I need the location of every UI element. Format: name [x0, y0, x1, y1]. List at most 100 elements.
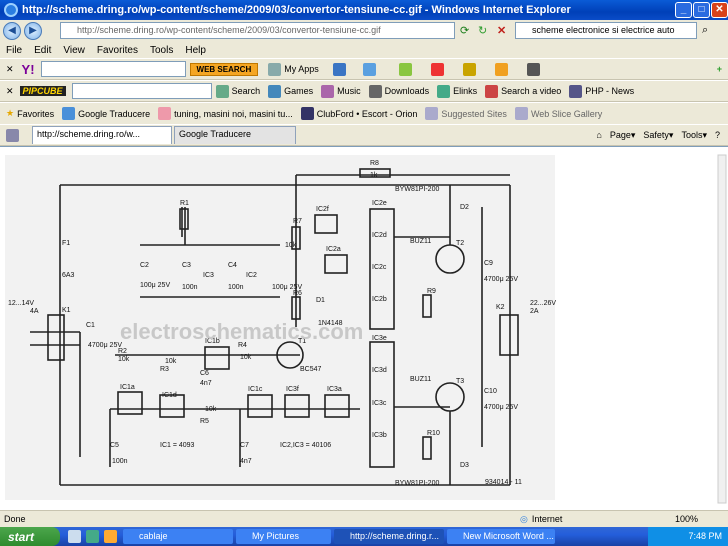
- search-field[interactable]: scheme electronice si electrice auto: [515, 22, 697, 39]
- url-field[interactable]: http://scheme.dring.ro/wp-content/scheme…: [60, 22, 455, 39]
- quicklaunch-icon[interactable]: [68, 530, 81, 543]
- r5-value: 10k: [205, 406, 217, 413]
- go-icon[interactable]: ↻: [478, 24, 487, 37]
- c9-value: 4700μ 25V: [484, 276, 518, 283]
- home-icon[interactable]: ⌂: [596, 130, 601, 140]
- fav-clubford[interactable]: ClubFord • Escort - Orion: [300, 107, 417, 120]
- status-text: Done: [4, 514, 26, 524]
- music-button[interactable]: Music: [321, 84, 361, 98]
- php-news-button[interactable]: PHP - News: [569, 84, 634, 98]
- help-icon[interactable]: ?: [715, 130, 720, 140]
- c3-value: 100n: [182, 284, 198, 291]
- quicklaunch-icon-2[interactable]: [86, 530, 99, 543]
- finance-icon[interactable]: [462, 62, 476, 76]
- r8-value: 1k: [370, 172, 378, 179]
- fav-suggested[interactable]: Suggested Sites: [425, 107, 507, 120]
- k1-voltage: 12...14V: [8, 300, 34, 307]
- maximize-button[interactable]: □: [693, 2, 710, 18]
- tab-google[interactable]: Google Traducere: [174, 126, 296, 144]
- fav-google[interactable]: Google Traducere: [62, 107, 150, 120]
- byw1-label: BYW81PI-200: [395, 186, 439, 193]
- k2-current: 2A: [530, 308, 539, 315]
- web-search-button[interactable]: WEB SEARCH: [189, 62, 259, 76]
- task-word[interactable]: New Microsoft Word ...: [447, 529, 555, 544]
- r9-label: R9: [427, 288, 436, 295]
- search-video-button[interactable]: Search a video: [485, 84, 561, 98]
- fav-webslice[interactable]: Web Slice Gallery: [514, 107, 602, 120]
- task-mypictures[interactable]: My Pictures: [236, 529, 331, 544]
- pipcube-search-button[interactable]: Search: [215, 84, 260, 98]
- r1-label: R1: [180, 200, 189, 207]
- safety-menu[interactable]: Safety ▾: [643, 130, 673, 141]
- window-title: http://scheme.dring.ro/wp-content/scheme…: [22, 4, 571, 16]
- k1-label: K1: [62, 307, 71, 314]
- page-menu[interactable]: Page ▾: [610, 130, 636, 141]
- weather-icon[interactable]: [362, 62, 376, 76]
- quick-tabs-icon[interactable]: [6, 128, 19, 142]
- c6-label: C6: [200, 370, 209, 377]
- add-icon[interactable]: +: [717, 64, 722, 74]
- tab-active[interactable]: http://scheme.dring.ro/w...: [32, 126, 172, 144]
- k2-voltage: 22...26V: [530, 300, 556, 307]
- c9-label: C9: [484, 260, 493, 267]
- flickr-icon[interactable]: [430, 62, 444, 76]
- clubford-icon: [300, 107, 314, 120]
- ic1-note: IC1 = 4093: [160, 442, 195, 449]
- r7-value: 10k: [285, 242, 297, 249]
- vertical-scrollbar[interactable]: [717, 154, 727, 504]
- menu-bar: File Edit View Favorites Tools Help: [0, 42, 728, 58]
- menu-file[interactable]: File: [0, 45, 28, 56]
- menu-favorites[interactable]: Favorites: [91, 45, 144, 56]
- close-button[interactable]: ✕: [711, 2, 728, 18]
- downloads-button[interactable]: Downloads: [368, 84, 429, 98]
- apps-icon: [268, 62, 282, 76]
- t1-value: BC547: [300, 366, 322, 373]
- menu-edit[interactable]: Edit: [28, 45, 57, 56]
- menu-view[interactable]: View: [57, 45, 91, 56]
- pipcube-logo: PIPCUBE: [19, 86, 66, 96]
- search-icon[interactable]: ⌕: [702, 24, 708, 37]
- rss-icon[interactable]: [494, 62, 508, 76]
- star-icon: ★: [6, 108, 15, 118]
- stop-icon[interactable]: ✕: [497, 24, 506, 37]
- task-ie[interactable]: http://scheme.dring.r...: [334, 529, 444, 544]
- elinks-button[interactable]: Elinks: [437, 84, 477, 98]
- r3-label: R3: [160, 366, 169, 373]
- pipcube-search-input[interactable]: [71, 83, 212, 99]
- gate-ic2e: IC2e: [372, 200, 387, 207]
- video-icon: [485, 84, 499, 98]
- photo-icon[interactable]: [526, 62, 540, 76]
- fav-tuning[interactable]: tuning, masini noi, masini tu...: [158, 107, 293, 120]
- news-icon[interactable]: [398, 62, 412, 76]
- mail-icon[interactable]: [332, 62, 346, 76]
- myapps-button[interactable]: My Apps: [268, 62, 319, 76]
- zone-indicator[interactable]: ◎ Internet: [520, 514, 562, 525]
- google-icon: [62, 107, 76, 120]
- minimize-button[interactable]: _: [675, 2, 692, 18]
- games-button[interactable]: Games: [268, 84, 313, 98]
- yahoo-search-input[interactable]: [40, 61, 186, 77]
- r2-label: R2: [118, 348, 127, 355]
- games-icon: [268, 84, 282, 98]
- quicklaunch-icon-3[interactable]: [104, 530, 117, 543]
- task-cablaje[interactable]: cablaje: [123, 529, 233, 544]
- tools-menu[interactable]: Tools ▾: [681, 130, 707, 141]
- favorites-button[interactable]: ★ Favorites: [6, 108, 54, 119]
- gate-ic1d: IC1d: [162, 392, 177, 399]
- close-toolbar-icon[interactable]: ✕: [6, 64, 14, 75]
- yahoo-logo-icon[interactable]: Y!: [22, 62, 35, 77]
- refresh-icon[interactable]: ⟳: [460, 24, 469, 37]
- forward-button[interactable]: ▶: [24, 22, 42, 40]
- d2-label: D2: [460, 204, 469, 211]
- clock[interactable]: 7:48 PM: [688, 531, 722, 541]
- r10-label: R10: [427, 430, 440, 437]
- menu-tools[interactable]: Tools: [144, 45, 179, 56]
- back-button[interactable]: ◀: [3, 22, 21, 40]
- gate-ic3f: IC3f: [286, 386, 299, 393]
- zoom-level[interactable]: 100%: [675, 514, 698, 524]
- start-button[interactable]: start: [0, 527, 60, 546]
- suggested-icon: [425, 107, 439, 120]
- menu-help[interactable]: Help: [179, 45, 212, 56]
- downloads-icon: [368, 84, 382, 98]
- close-pip-icon[interactable]: ✕: [6, 86, 14, 97]
